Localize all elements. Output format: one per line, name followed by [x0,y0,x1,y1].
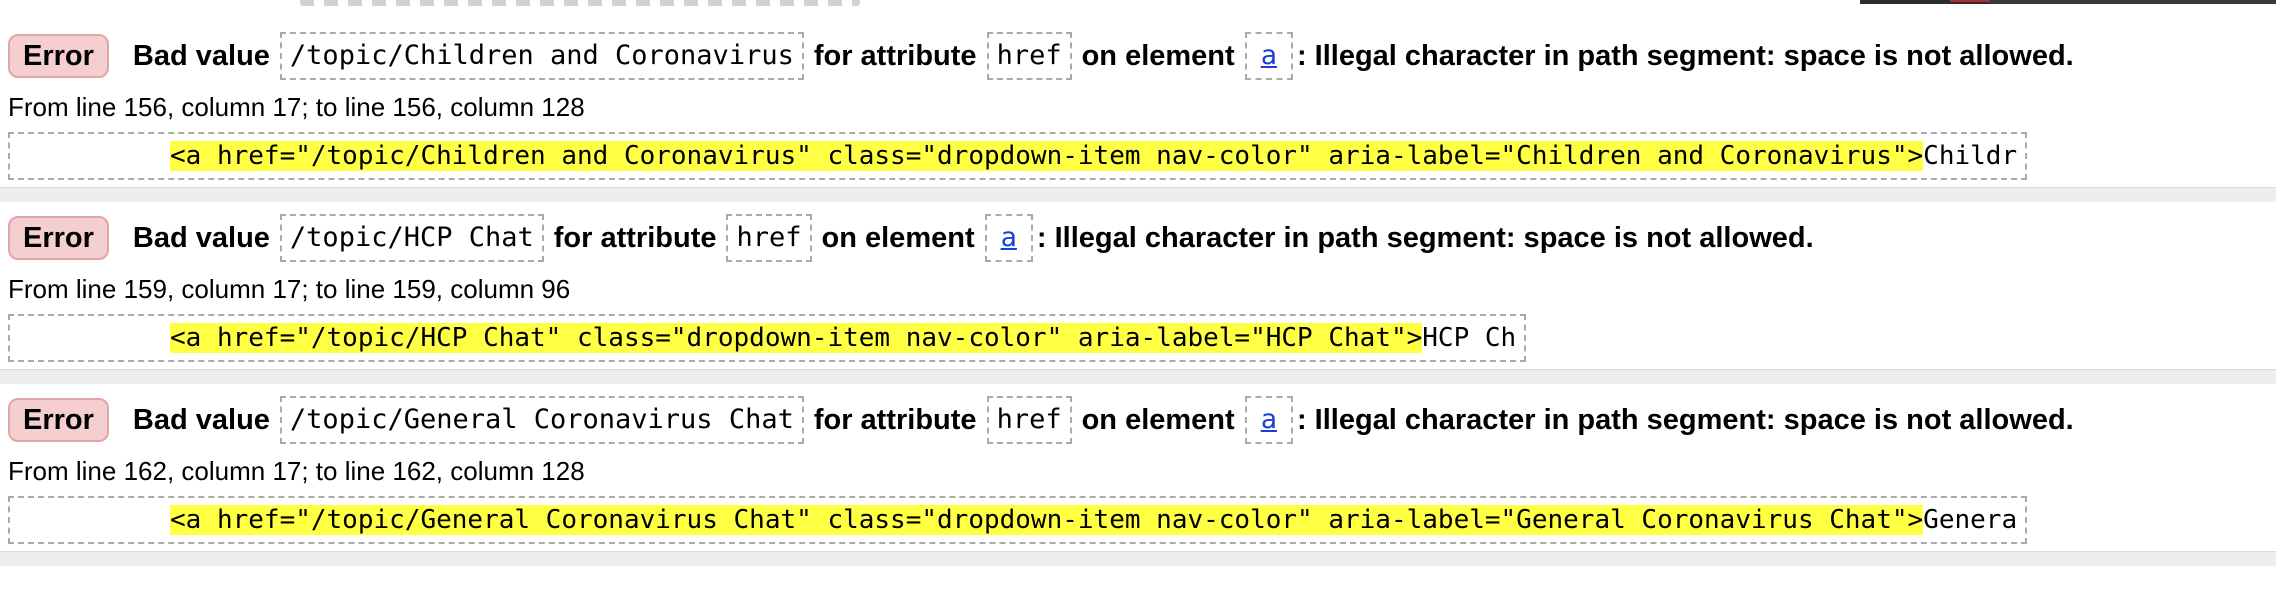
error-summary: Error Bad value /topic/HCP Chat for attr… [8,214,1814,262]
bad-value-code: /topic/General Coronavirus Chat [279,396,804,444]
error-badge: Error [8,216,109,260]
message-separator [0,369,2276,384]
element-code: a [1244,32,1293,80]
message-text: for attribute [813,40,977,72]
bad-value-code: /topic/HCP Chat [279,214,544,262]
location-text: From line 159, column 17; to line 159, c… [8,274,571,304]
message-text: : Illegal character in path segment: spa… [1296,404,2074,436]
highlighted-source: <a href="/topic/General Coronavirus Chat… [170,505,1924,535]
message-text: : Illegal character in path segment: spa… [1296,40,2074,72]
error-badge: Error [8,34,109,78]
error-summary: Error Bad value /topic/General Coronavir… [8,396,2074,444]
location-text: From line 156, column 17; to line 156, c… [8,92,585,122]
source-extract: <a href="/topic/Children and Coronavirus… [8,132,2028,180]
attribute-code: href [986,32,1072,80]
validator-message-list: Error Bad value /topic/Children and Coro… [0,20,2276,566]
message-separator [0,551,2276,566]
message-text: on element [1081,404,1235,436]
error-message: Error Bad value /topic/HCP Chat for attr… [0,202,2276,384]
source-tail: Genera [1923,505,2018,535]
message-text: on element [821,222,975,254]
highlighted-source: <a href="/topic/Children and Coronavirus… [170,141,1924,171]
attribute-code: href [726,214,812,262]
error-message: Error Bad value /topic/General Coronavir… [0,384,2276,566]
source-tail: HCP Ch [1422,323,1517,353]
cropped-top-strip [0,0,2276,8]
bad-value-code: /topic/Children and Coronavirus [279,32,804,80]
message-text: for attribute [813,404,977,436]
element-link[interactable]: a [1255,40,1283,71]
source-extract: <a href="/topic/HCP Chat" class="dropdow… [8,314,1527,362]
message-text: Bad value [132,40,270,72]
message-text: Bad value [132,222,270,254]
highlighted-source: <a href="/topic/HCP Chat" class="dropdow… [170,323,1423,353]
element-code: a [984,214,1033,262]
message-separator [0,187,2276,202]
message-text: : Illegal character in path segment: spa… [1036,222,1814,254]
element-link[interactable]: a [995,222,1023,253]
source-extract: <a href="/topic/General Coronavirus Chat… [8,496,2028,544]
location-text: From line 162, column 17; to line 162, c… [8,456,585,486]
element-code: a [1244,396,1293,444]
cropped-toolbar-fragment [1990,0,2276,4]
error-message: Error Bad value /topic/Children and Coro… [0,20,2276,202]
message-text: Bad value [132,404,270,436]
error-badge: Error [8,398,109,442]
message-text: for attribute [553,222,717,254]
element-link[interactable]: a [1255,404,1283,435]
attribute-code: href [986,396,1072,444]
source-tail: Childr [1923,141,2018,171]
cropped-text-fragment [300,0,860,6]
message-text: on element [1081,40,1235,72]
error-summary: Error Bad value /topic/Children and Coro… [8,32,2074,80]
